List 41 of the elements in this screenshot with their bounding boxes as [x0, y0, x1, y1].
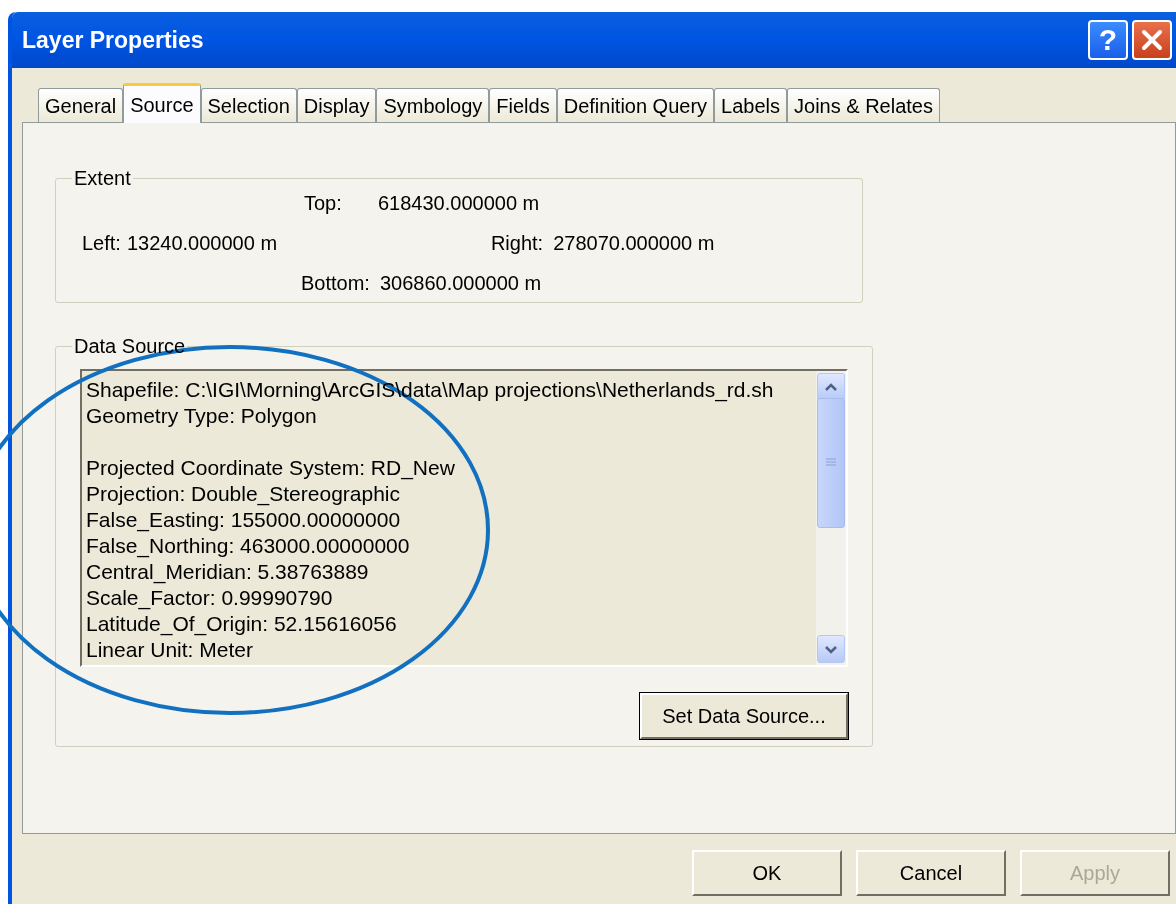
set-data-source-button[interactable]: Set Data Source... — [640, 693, 848, 739]
scrollbar[interactable] — [816, 371, 846, 665]
text-line: Projected Coordinate System: RD_New — [86, 455, 455, 481]
tab[interactable]: Joins & Relates — [787, 88, 940, 122]
tab[interactable]: Symbology — [376, 88, 490, 122]
text-line: False_Easting: 155000.00000000 — [86, 507, 401, 533]
field-value: 306860.000000 m — [379, 271, 542, 296]
tab[interactable]: Display — [296, 88, 377, 122]
help-button[interactable]: ? — [1088, 20, 1128, 60]
field-value: 618430.000000 m — [378, 191, 540, 216]
cancel-button[interactable]: Cancel — [856, 850, 1006, 896]
close-icon — [1140, 28, 1164, 52]
text-line: Central_Meridian: 5.38763889 — [86, 559, 369, 585]
text-box[interactable] — [80, 369, 848, 667]
text-line: Latitude_Of_Origin: 52.15616056 — [86, 611, 397, 637]
field-label: Right: — [490, 231, 544, 256]
text-line: Scale_Factor: 0.99990790 — [86, 585, 333, 611]
field-label: Left: — [82, 231, 121, 256]
field-label: Bottom: — [301, 271, 370, 296]
text-line: False_Northing: 463000.00000000 — [86, 533, 410, 559]
group-title: Data Source — [73, 334, 187, 359]
scroll-up-button[interactable] — [817, 373, 845, 401]
field-label: Top: — [304, 191, 343, 216]
field-value: 278070.000000 m — [553, 231, 715, 256]
field-value: 13240.000000 m — [126, 231, 279, 256]
grip-icon — [825, 458, 837, 468]
text-line: Linear Unit: Meter — [86, 637, 253, 663]
close-button[interactable] — [1132, 20, 1172, 60]
group-title: Extent — [73, 166, 132, 191]
tab[interactable]: Definition Query — [556, 88, 715, 122]
tab[interactable]: Selection — [200, 88, 297, 122]
tab[interactable]: Labels — [714, 88, 788, 122]
text-line: Projection: Double_Stereographic — [86, 481, 401, 507]
ok-button[interactable]: OK — [692, 850, 842, 896]
scroll-down-button[interactable] — [817, 635, 845, 663]
window-title: Layer Properties — [22, 25, 204, 55]
tab[interactable]: General — [38, 88, 124, 122]
tab[interactable]: Source — [123, 83, 201, 123]
tab[interactable]: Fields — [489, 88, 557, 122]
text-line: Geometry Type: Polygon — [86, 403, 317, 429]
scroll-thumb[interactable] — [817, 398, 845, 528]
